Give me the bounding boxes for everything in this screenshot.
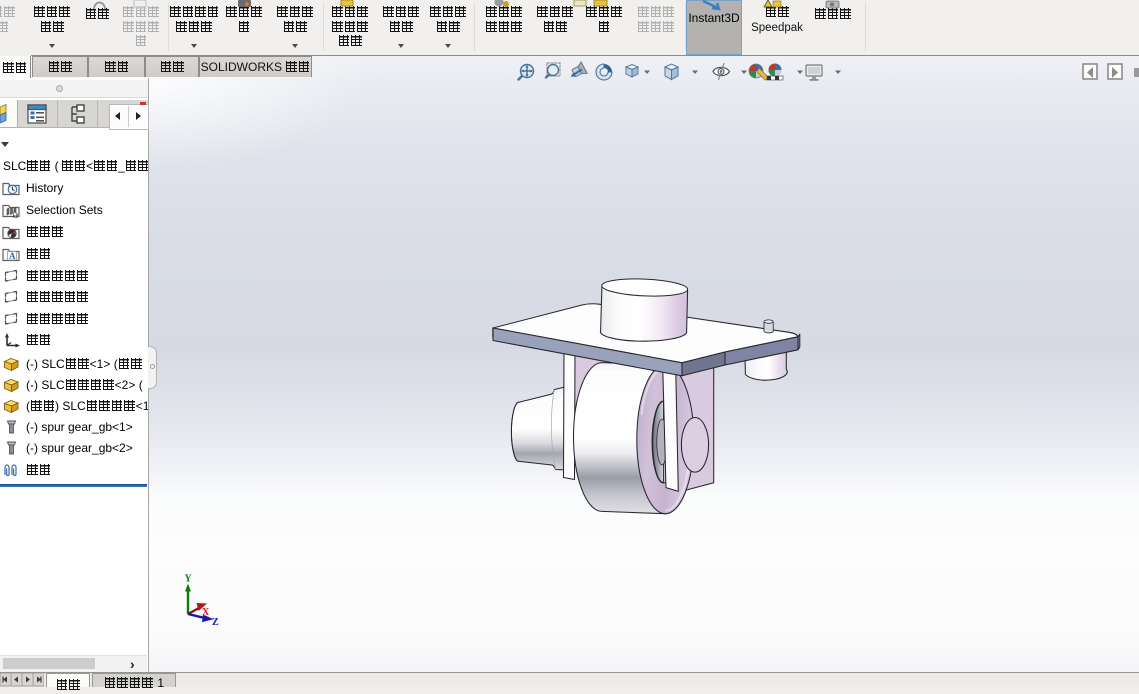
svg-text:A: A (9, 251, 16, 261)
svg-text:Y: Y (185, 574, 193, 585)
svg-text:Z: Z (212, 617, 219, 628)
